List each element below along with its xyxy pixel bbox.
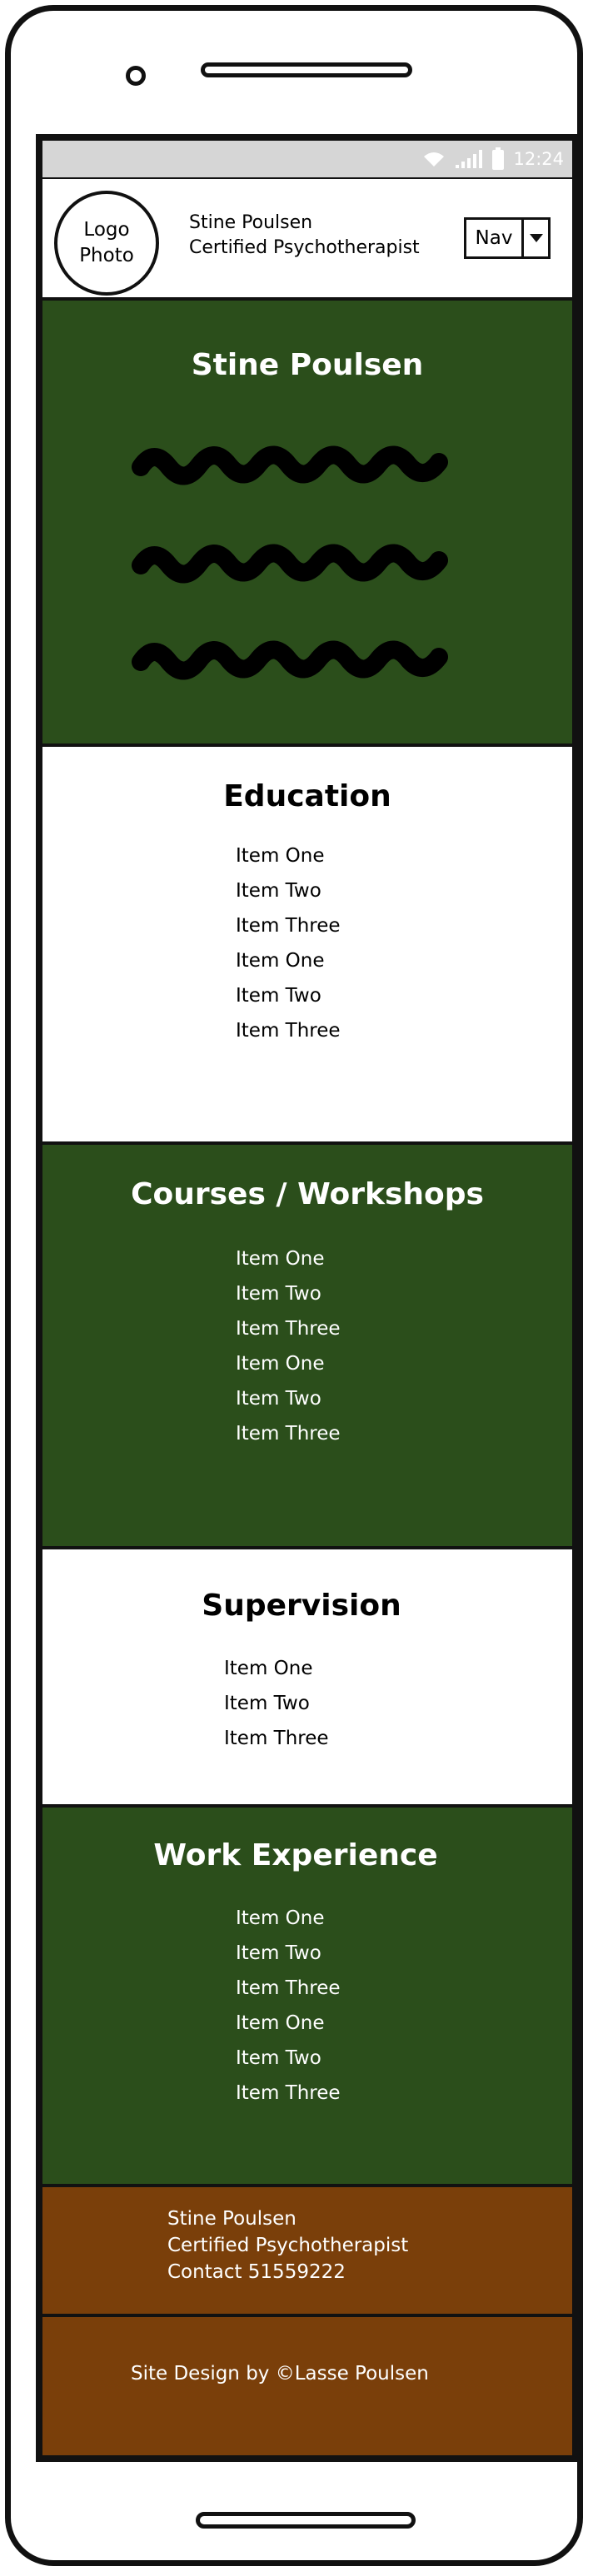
footer-contact[interactable]: Contact 51559222 xyxy=(167,2259,408,2285)
courses-section: Courses / Workshops Item One Item Two It… xyxy=(42,1145,572,1549)
speaker-grille xyxy=(201,62,412,77)
wifi-icon xyxy=(421,150,446,168)
list-item: Item Two xyxy=(224,1693,310,1714)
courses-list: Item One Item Two Item Three Item One It… xyxy=(236,1241,341,1451)
list-item: Item Three xyxy=(236,1977,341,1999)
header-brand: Stine Poulsen Certified Psychotherapist xyxy=(189,211,420,261)
list-item: Item Three xyxy=(236,1318,341,1340)
home-button[interactable] xyxy=(196,2512,416,2529)
battery-icon xyxy=(491,147,505,171)
footer-tagline: Certified Psychotherapist xyxy=(167,2235,409,2256)
supervision-list: Item One Item Two Item Three xyxy=(224,1651,329,1756)
footer-name: Stine Poulsen xyxy=(167,2208,296,2230)
scribble-text-line xyxy=(132,544,448,584)
list-item: Item Three xyxy=(236,1423,341,1445)
header-tagline: Certified Psychotherapist xyxy=(189,237,420,258)
nav-label: Nav xyxy=(466,220,524,256)
list-item: Item One xyxy=(236,2012,325,2034)
chevron-down-icon xyxy=(524,220,548,256)
camera-icon xyxy=(126,66,146,86)
hero-section: Stine Poulsen xyxy=(42,301,572,747)
courses-title: Courses / Workshops xyxy=(131,1177,484,1211)
list-item: Item Two xyxy=(236,2047,321,2069)
signal-icon xyxy=(455,149,483,169)
list-item: Item One xyxy=(236,950,325,972)
list-item: Item Two xyxy=(236,1388,321,1410)
contact-footer: Stine Poulsen Certified Psychotherapist … xyxy=(42,2187,572,2317)
nav-dropdown[interactable]: Nav xyxy=(464,217,551,259)
list-item: Item One xyxy=(236,1248,325,1270)
logo-photo[interactable]: Logo Photo xyxy=(54,191,159,296)
work-title: Work Experience xyxy=(153,1838,438,1872)
supervision-section: Supervision Item One Item Two Item Three xyxy=(42,1549,572,1808)
site-header: Logo Photo Stine Poulsen Certified Psych… xyxy=(42,179,572,301)
status-bar: 12:24 xyxy=(42,141,572,179)
scribble-text-line xyxy=(132,445,448,485)
hero-title: Stine Poulsen xyxy=(191,348,424,382)
list-item: Item Two xyxy=(236,880,321,902)
education-section: Education Item One Item Two Item Three I… xyxy=(42,747,572,1145)
credit-footer: Site Design by ©Lasse Poulsen xyxy=(42,2317,572,2455)
site-credit: Site Design by ©Lasse Poulsen xyxy=(131,2363,429,2385)
supervision-title: Supervision xyxy=(202,1589,401,1623)
list-item: Item Three xyxy=(224,1728,329,1749)
phone-screen: 12:24 Logo Photo Stine Poulsen Certified… xyxy=(36,134,579,2462)
list-item: Item Three xyxy=(236,1020,341,1042)
phone-frame: 12:24 Logo Photo Stine Poulsen Certified… xyxy=(5,5,583,2566)
contact-block: Stine Poulsen Certified Psychotherapist … xyxy=(167,2206,408,2285)
education-list: Item One Item Two Item Three Item One It… xyxy=(236,838,341,1048)
list-item: Item Two xyxy=(236,1283,321,1305)
work-list: Item One Item Two Item Three Item One It… xyxy=(236,1901,341,2111)
scribble-text-line xyxy=(132,640,448,680)
list-item: Item One xyxy=(224,1658,313,1679)
logo-line-1: Logo xyxy=(83,219,130,241)
list-item: Item Two xyxy=(236,1942,321,1964)
work-section: Work Experience Item One Item Two Item T… xyxy=(42,1808,572,2187)
education-title: Education xyxy=(223,779,391,813)
list-item: Item One xyxy=(236,1907,325,1929)
status-time: 12:24 xyxy=(513,149,564,169)
list-item: Item Three xyxy=(236,915,341,937)
list-item: Item Two xyxy=(236,985,321,1007)
header-name: Stine Poulsen xyxy=(189,212,313,233)
logo-line-2: Photo xyxy=(79,245,134,266)
list-item: Item One xyxy=(236,845,325,867)
list-item: Item Three xyxy=(236,2082,341,2104)
list-item: Item One xyxy=(236,1353,325,1375)
